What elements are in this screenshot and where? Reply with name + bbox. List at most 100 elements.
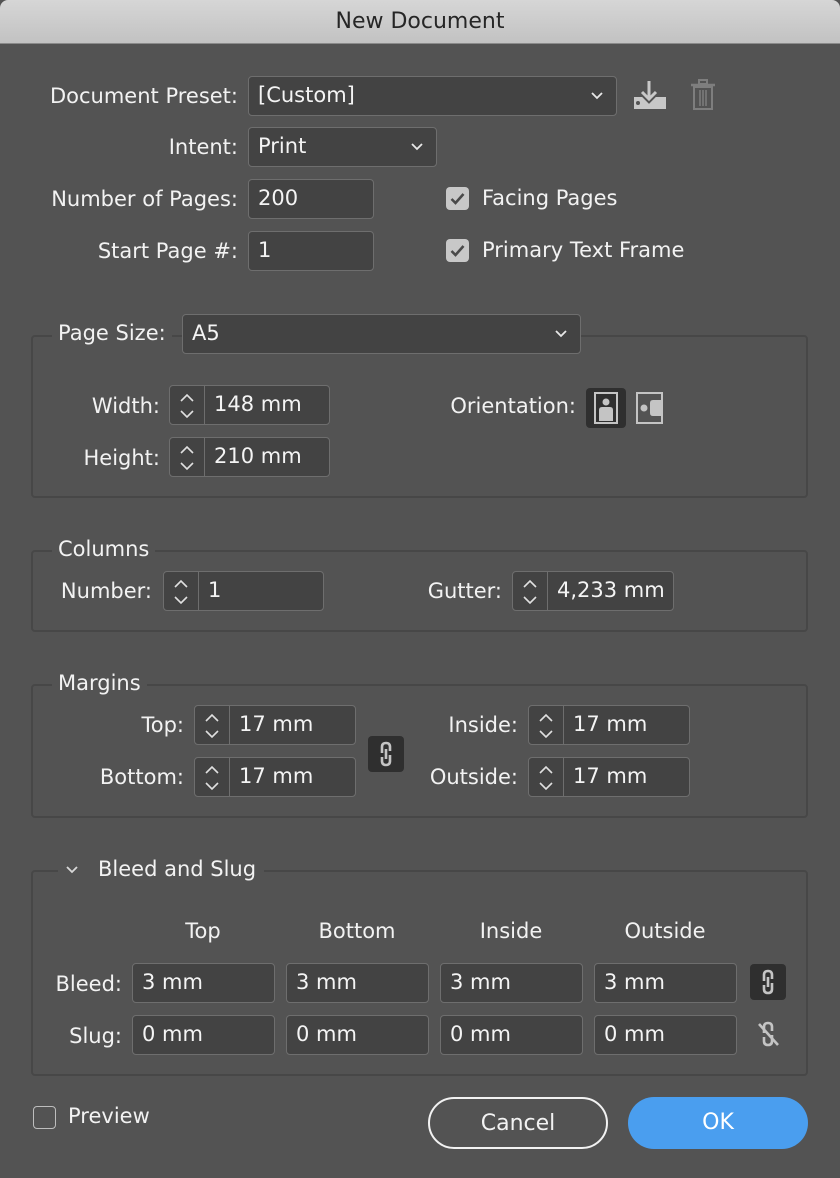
height-value: 210 mm — [214, 444, 302, 468]
bleed-bottom-value: 3 mm — [296, 970, 357, 994]
start-page-value: 1 — [258, 238, 272, 262]
stepper-arrows[interactable] — [513, 572, 548, 610]
page-size-select[interactable]: A5 — [182, 314, 581, 354]
slug-bottom-value: 0 mm — [296, 1022, 357, 1046]
page-size-label: Page Size: — [52, 321, 172, 345]
facing-pages-label: Facing Pages — [482, 186, 618, 210]
number-of-pages-label: Number of Pages: — [51, 187, 238, 211]
bleed-outside-value: 3 mm — [604, 970, 665, 994]
bleed-inside-input[interactable]: 3 mm — [440, 963, 583, 1003]
stepper-up-down-icon — [180, 393, 194, 419]
chevron-down-icon — [590, 77, 604, 115]
cancel-button[interactable]: Cancel — [428, 1097, 608, 1149]
intent-label: Intent: — [168, 135, 238, 159]
gutter-label: Gutter: — [427, 579, 502, 603]
bleed-outside-input[interactable]: 3 mm — [594, 963, 737, 1003]
start-page-label: Start Page #: — [97, 239, 238, 263]
trash-icon — [691, 79, 715, 110]
bleed-link-button[interactable] — [750, 964, 786, 1000]
slug-inside-input[interactable]: 0 mm — [440, 1015, 583, 1055]
column-header-outside: Outside — [624, 919, 706, 943]
page-size-value: A5 — [192, 321, 220, 345]
checkmark-icon — [450, 193, 465, 205]
preset-select[interactable]: [Custom] — [248, 76, 617, 116]
slug-label: Slug: — [69, 1024, 122, 1048]
stepper-arrows[interactable] — [195, 706, 230, 744]
gutter-value: 4,233 mm — [557, 578, 665, 602]
broken-chain-link-icon — [758, 1021, 779, 1047]
number-of-pages-input[interactable]: 200 — [248, 179, 374, 219]
stepper-arrows[interactable] — [529, 758, 564, 796]
margin-outside-stepper[interactable]: 17 mm — [528, 757, 690, 797]
margin-inside-value: 17 mm — [573, 712, 648, 736]
primary-text-frame-checkbox[interactable] — [446, 239, 469, 262]
primary-text-frame-label: Primary Text Frame — [482, 238, 685, 262]
stepper-up-down-icon — [205, 765, 219, 791]
columns-number-stepper[interactable]: 1 — [163, 571, 324, 611]
facing-pages-checkbox[interactable] — [446, 187, 469, 210]
bleed-slug-title: Bleed and Slug — [98, 857, 257, 881]
margin-outside-label: Outside: — [429, 765, 518, 789]
delete-preset-button[interactable] — [690, 79, 716, 115]
save-preset-button[interactable] — [632, 80, 666, 114]
chain-link-icon — [380, 741, 392, 767]
preview-label: Preview — [68, 1104, 150, 1128]
columns-number-value: 1 — [208, 578, 222, 602]
height-label: Height: — [83, 446, 161, 470]
margin-inside-stepper[interactable]: 17 mm — [528, 705, 690, 745]
stepper-arrows[interactable] — [529, 706, 564, 744]
preview-checkbox[interactable] — [33, 1106, 56, 1129]
margins-link-button[interactable] — [368, 736, 404, 772]
margin-top-value: 17 mm — [239, 712, 314, 736]
orientation-label: Orientation: — [450, 394, 576, 418]
stepper-arrows[interactable] — [170, 386, 205, 424]
save-preset-icon — [634, 81, 666, 109]
margin-top-stepper[interactable]: 17 mm — [194, 705, 356, 745]
chevron-down-icon — [554, 315, 568, 353]
checkmark-icon — [450, 245, 465, 257]
slug-bottom-input[interactable]: 0 mm — [286, 1015, 429, 1055]
bleed-top-value: 3 mm — [142, 970, 203, 994]
margin-bottom-label: Bottom: — [99, 765, 184, 789]
ok-button[interactable]: OK — [628, 1097, 808, 1149]
stepper-arrows[interactable] — [164, 572, 199, 610]
margins-title: Margins — [52, 671, 147, 695]
portrait-icon — [594, 392, 618, 424]
dialog-title-bar: New Document — [0, 0, 840, 44]
column-header-top: Top — [185, 919, 221, 943]
bleed-slug-header[interactable]: Bleed and Slug — [58, 857, 265, 881]
margins-group — [31, 684, 808, 818]
margin-bottom-stepper[interactable]: 17 mm — [194, 757, 356, 797]
landscape-icon — [636, 392, 663, 424]
stepper-up-down-icon — [174, 579, 188, 605]
number-of-pages-value: 200 — [258, 186, 299, 210]
stepper-arrows[interactable] — [170, 438, 205, 476]
bleed-bottom-input[interactable]: 3 mm — [286, 963, 429, 1003]
preset-value: [Custom] — [258, 83, 355, 107]
margin-outside-value: 17 mm — [573, 764, 648, 788]
start-page-input[interactable]: 1 — [248, 231, 374, 271]
slug-outside-input[interactable]: 0 mm — [594, 1015, 737, 1055]
stepper-up-down-icon — [205, 713, 219, 739]
slug-top-value: 0 mm — [142, 1022, 203, 1046]
slug-top-input[interactable]: 0 mm — [132, 1015, 275, 1055]
intent-value: Print — [258, 134, 307, 158]
width-value: 148 mm — [214, 392, 302, 416]
width-stepper[interactable]: 148 mm — [169, 385, 330, 425]
columns-number-label: Number: — [60, 579, 152, 603]
bleed-top-input[interactable]: 3 mm — [132, 963, 275, 1003]
stepper-arrows[interactable] — [195, 758, 230, 796]
columns-title: Columns — [52, 537, 156, 561]
chain-link-icon — [762, 969, 774, 995]
height-stepper[interactable]: 210 mm — [169, 437, 330, 477]
chevron-down-icon — [410, 128, 424, 166]
slug-link-button[interactable] — [750, 1016, 786, 1052]
gutter-stepper[interactable]: 4,233 mm — [512, 571, 674, 611]
landscape-orientation-button[interactable] — [636, 390, 664, 426]
margin-top-label: Top: — [141, 713, 184, 737]
stepper-up-down-icon — [539, 765, 553, 791]
slug-inside-value: 0 mm — [450, 1022, 511, 1046]
portrait-orientation-button[interactable] — [586, 388, 626, 428]
intent-select[interactable]: Print — [248, 127, 437, 167]
stepper-up-down-icon — [523, 579, 537, 605]
